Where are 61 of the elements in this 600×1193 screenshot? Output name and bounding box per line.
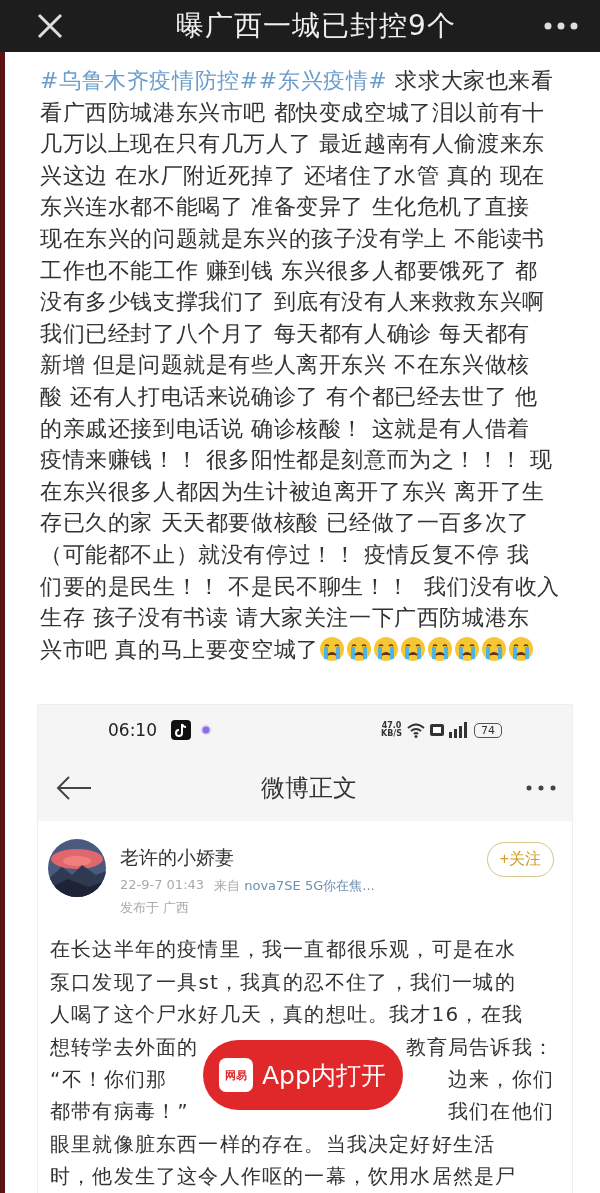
post-text-line: 泵口发现了一具st，我真的忍不住了，我们一城的 (50, 968, 516, 996)
post-text-line: 都带有病毒！” (50, 1098, 189, 1126)
follow-button[interactable]: +关注 (486, 842, 554, 878)
post-text-line: 边来，你们 (448, 1065, 554, 1093)
post-text-line: 看广西防城港东兴市吧 都快变成空城了泪以前有十 (40, 98, 545, 127)
crying-emoji-icon (480, 636, 507, 663)
post-text-line: 教育局告诉我： (405, 1033, 554, 1061)
wifi-icon (407, 722, 425, 738)
post-text-line: 在东兴很多人都因为生计被迫离开了东兴 离开了生 (40, 477, 545, 506)
post-text-line: 在长达半年的疫情里，我一直都很乐观，可是在水 (50, 936, 517, 964)
post-text-line: 的亲戚还接到电话说 确诊核酸！ 这就是有人借着 (40, 414, 530, 443)
post-text-line: 我们在他们 (448, 1098, 554, 1126)
post-date: 22-9-7 01:43 (120, 877, 205, 895)
post-text-line: 求求大家也来看 (395, 67, 554, 95)
post-text-line: 我们已经封了八个月了 每天都有人确诊 每天都有 (40, 319, 530, 348)
more-icon[interactable] (544, 22, 578, 30)
page-title: 微博正文 (260, 773, 358, 805)
post-text-line: 眼里就像脏东西一样的存在。当我决定好好生活 (50, 1130, 496, 1158)
more-icon[interactable] (526, 785, 556, 792)
post-text-line: “不！你们那 (50, 1065, 168, 1093)
open-in-app-button[interactable]: 网易 App内打开 (203, 1040, 403, 1110)
post-text-line: 几万以上现在只有几万人了 最近越南有人偷渡来东 (40, 130, 545, 159)
back-arrow-icon[interactable] (56, 775, 92, 802)
crying-emoji-icon (399, 636, 426, 663)
post-text-line: 新增 但是问题就是有些人离开东兴 不在东兴做核 (40, 351, 530, 380)
crying-emoji-icon (372, 636, 399, 663)
network-speed: 47.0 KB/S (381, 722, 402, 739)
crying-emoji-icon (507, 636, 534, 663)
post-text-line: 疫情来赚钱！！ 很多阳性都是刻意而为之！！！ 现 (40, 446, 553, 475)
post-text-line: 人喝了这个尸水好几天，真的想吐。我才16，在我 (50, 1001, 524, 1029)
source-link[interactable]: nova7SE 5G你在焦... (244, 878, 375, 894)
music-app-icon (171, 720, 191, 741)
post-text-line: 们要的是民生！！ 不是民不聊生！！ 我们没有收入 (40, 572, 560, 601)
crying-emoji-icon (318, 636, 345, 663)
source-label: 来自 (214, 878, 241, 894)
crying-emoji-icon (426, 636, 453, 663)
app-logo-icon: 网易 (219, 1058, 253, 1092)
post-text-line: 生存 孩子没有书读 请大家关注一下广西防城港东 (40, 604, 530, 633)
author-name[interactable]: 老许的小娇妻 (120, 845, 473, 872)
post-location: 发布于 广西 (120, 899, 191, 918)
post-text-line: 东兴连水都不能喝了 准备变异了 生化危机了直接 (40, 193, 530, 222)
close-icon[interactable] (36, 12, 64, 40)
crying-emoji-icon (453, 636, 480, 663)
hashtag-link[interactable]: #乌鲁木齐疫情防控##东兴疫情# (40, 65, 388, 97)
notification-dot-icon (201, 725, 211, 736)
status-time: 06:10 (108, 720, 157, 741)
hd-icon (430, 724, 444, 737)
post-text-line: （可能都不止）就没有停过！！ 疫情反复不停 我 (40, 540, 530, 569)
post-text-line: 现在东兴的问题就是东兴的孩子没有学上 不能读书 (40, 224, 545, 253)
signal-icon (449, 722, 469, 739)
post-text-line: 想转学去外面的 (50, 1033, 199, 1061)
post-text-line: 时，他发生了这令人作呕的一幕，饮用水居然是尸 (50, 1163, 517, 1191)
battery-indicator: 74 (474, 722, 502, 738)
post-text-line: 兴市吧 真的马上要变空城了 (40, 635, 319, 664)
post-text-line: 工作也不能工作 赚到钱 东兴很多人都要饿死了 都 (40, 256, 538, 285)
window-title: 曝广西一城已封控9个 (175, 8, 457, 44)
crying-emoji-icon (345, 636, 372, 663)
post-text-line: 酸 还有人打电话来说确诊了 有个都已经去世了 他 (40, 382, 538, 411)
post-text-line: 兴这边 在水厂附近死掉了 还堵住了水管 真的 现在 (40, 161, 545, 190)
post-text-line: 没有多少钱支撑我们了 到底有没有人来救救东兴啊 (40, 288, 545, 317)
post-text-line: 存已久的家 天天都要做核酸 已经做了一百多次了 (40, 509, 530, 538)
